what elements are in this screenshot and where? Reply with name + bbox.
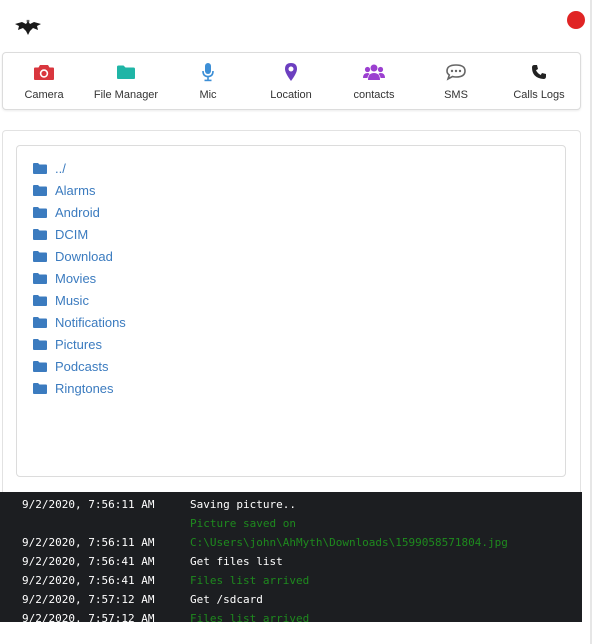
camera-icon <box>33 62 55 82</box>
folder-icon <box>115 62 137 82</box>
list-item[interactable]: Android <box>33 202 100 222</box>
microphone-icon <box>197 62 219 82</box>
list-item[interactable]: Movies <box>33 268 96 288</box>
log-time: 9/2/2020, 7:57:12 AM <box>22 612 155 622</box>
list-item[interactable]: Music <box>33 290 89 310</box>
folder-icon <box>33 273 47 284</box>
file-name: Pictures <box>55 336 102 352</box>
folder-icon <box>33 229 47 240</box>
log-message: C:\Users\john\AhMyth\Downloads\159905857… <box>190 536 508 549</box>
list-item[interactable]: Podcasts <box>33 356 108 376</box>
file-name: Download <box>55 248 113 264</box>
log-message: Files list arrived <box>190 612 310 622</box>
folder-icon <box>33 185 47 196</box>
users-icon <box>363 62 385 82</box>
menu-label: SMS <box>444 89 468 101</box>
log-message: Picture saved on <box>190 517 296 530</box>
log-time: 9/2/2020, 7:56:41 AM <box>22 555 155 568</box>
log-time: 9/2/2020, 7:56:41 AM <box>22 574 155 587</box>
menu-calls-logs[interactable]: Calls Logs <box>498 53 580 109</box>
file-name: DCIM <box>55 226 89 242</box>
folder-icon <box>33 317 47 328</box>
folder-icon <box>33 163 47 174</box>
file-list: ../ Alarms Android DCIM Download Movies … <box>16 145 566 477</box>
log-message: Files list arrived <box>190 574 310 587</box>
list-item[interactable]: Pictures <box>33 334 102 354</box>
file-name: Movies <box>55 270 97 286</box>
menu-mic[interactable]: Mic <box>167 53 249 109</box>
log-message: Saving picture.. <box>190 498 296 511</box>
folder-icon <box>33 383 47 394</box>
menu-sms[interactable]: SMS <box>415 53 497 109</box>
menu-label: Location <box>270 89 312 101</box>
phone-icon <box>528 62 550 82</box>
list-item[interactable]: Download <box>33 246 113 266</box>
menu-location[interactable]: Location <box>250 53 332 109</box>
menu-label: File Manager <box>93 89 159 101</box>
bat-logo-icon <box>15 19 41 35</box>
close-button[interactable] <box>567 11 585 29</box>
app-window: Camera File Manager Mic Location contact… <box>0 0 592 644</box>
file-name: Ringtones <box>55 380 114 396</box>
file-name: Android <box>55 204 100 220</box>
sms-icon <box>445 62 467 82</box>
log-time: 9/2/2020, 7:56:11 AM <box>22 536 155 549</box>
log-message: Get /sdcard <box>190 593 263 606</box>
folder-icon <box>33 251 47 262</box>
menu-label: Camera <box>24 89 64 101</box>
file-name: Alarms <box>55 182 96 198</box>
log-message: Get files list <box>190 555 283 568</box>
folder-icon <box>33 361 47 372</box>
feature-menu: Camera File Manager Mic Location contact… <box>2 52 581 110</box>
list-item[interactable]: Notifications <box>33 312 126 332</box>
folder-icon <box>33 295 47 306</box>
file-name: Music <box>55 292 89 308</box>
list-item-parent-dir[interactable]: ../ <box>33 158 66 178</box>
folder-icon <box>33 207 47 218</box>
menu-contacts[interactable]: contacts <box>333 53 415 109</box>
file-name: ../ <box>55 160 66 176</box>
map-marker-icon <box>280 62 302 82</box>
menu-camera[interactable]: Camera <box>3 53 85 109</box>
folder-icon <box>33 339 47 350</box>
log-console[interactable]: 9/2/2020, 7:56:11 AM Saving picture.. Pi… <box>0 492 582 622</box>
menu-file-manager[interactable]: File Manager <box>85 53 167 109</box>
list-item[interactable]: Ringtones <box>33 378 114 398</box>
menu-label: contacts <box>353 89 395 101</box>
log-time: 9/2/2020, 7:56:11 AM <box>22 498 155 511</box>
list-item[interactable]: Alarms <box>33 180 95 200</box>
menu-label: Mic <box>199 89 217 101</box>
file-name: Podcasts <box>55 358 109 374</box>
file-name: Notifications <box>55 314 126 330</box>
list-item[interactable]: DCIM <box>33 224 88 244</box>
menu-label: Calls Logs <box>513 89 565 101</box>
log-time: 9/2/2020, 7:57:12 AM <box>22 593 155 606</box>
